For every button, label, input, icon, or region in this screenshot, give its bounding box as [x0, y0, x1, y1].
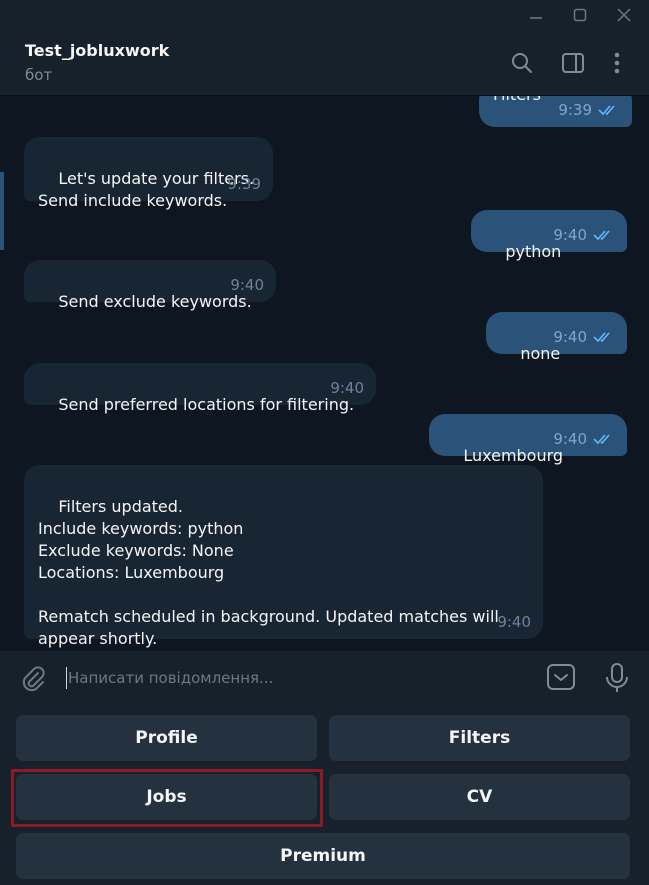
message-time: 9:40: [330, 379, 364, 397]
double-check-icon: [598, 105, 615, 116]
keyboard-button-profile[interactable]: Profile: [16, 715, 317, 761]
message-outgoing[interactable]: Luxembourg 9:40: [429, 414, 627, 465]
message-input[interactable]: [68, 665, 528, 691]
message-text: Send preferred locations for filtering.: [58, 395, 355, 414]
message-incoming[interactable]: Let's update your filters. Send include …: [24, 137, 273, 210]
attach-icon[interactable]: [18, 664, 48, 694]
keyboard-button-filters[interactable]: Filters: [329, 715, 630, 761]
maximize-icon[interactable]: [560, 0, 600, 30]
compose-bar: [0, 651, 649, 706]
reply-keyboard: Profile Filters Jobs CV Premium: [0, 706, 649, 885]
keyboard-button-premium[interactable]: Premium: [16, 833, 630, 879]
message-list[interactable]: Filters 9:39 Let's update your filters. …: [0, 96, 649, 651]
chat-header[interactable]: Test_jobluxwork бот: [0, 30, 649, 96]
chat-subtitle: бот: [25, 66, 53, 84]
message-outgoing[interactable]: none 9:40: [486, 312, 627, 363]
bot-keyboard-icon[interactable]: [546, 663, 578, 693]
message-text: Filters updated. Include keywords: pytho…: [38, 497, 499, 648]
message-time: 9:40: [553, 430, 587, 448]
message-text: Filters: [493, 96, 541, 106]
message-text: Luxembourg: [463, 446, 564, 465]
search-icon[interactable]: [509, 50, 535, 76]
message-incoming[interactable]: Send preferred locations for filtering. …: [24, 363, 376, 414]
message-time: 9:40: [553, 226, 587, 244]
message-incoming[interactable]: Send exclude keywords. 9:40: [24, 260, 276, 311]
message-time: 9:40: [497, 613, 531, 631]
message-text: Send exclude keywords.: [58, 292, 252, 311]
message-text: Let's update your filters. Send include …: [38, 169, 255, 210]
message-incoming[interactable]: Filters updated. Include keywords: pytho…: [24, 465, 543, 648]
double-check-icon: [593, 332, 610, 343]
message-time: 9:40: [553, 328, 587, 346]
close-icon[interactable]: [604, 0, 644, 30]
more-vertical-icon[interactable]: [604, 50, 630, 76]
scroll-indicator: [0, 172, 4, 250]
message-time: 9:40: [230, 276, 264, 294]
microphone-icon[interactable]: [603, 662, 631, 694]
chat-title: Test_jobluxwork: [25, 41, 170, 60]
highlight-outline: [11, 769, 323, 827]
double-check-icon: [593, 434, 610, 445]
window-titlebar: [0, 0, 649, 30]
side-panel-icon[interactable]: [560, 50, 586, 76]
message-time: 9:39: [558, 101, 592, 119]
minimize-icon[interactable]: [516, 0, 556, 30]
double-check-icon: [593, 230, 610, 241]
message-time: 9:39: [227, 175, 261, 193]
text-caret: [66, 667, 67, 689]
message-outgoing[interactable]: Filters 9:39: [479, 96, 632, 127]
message-outgoing[interactable]: python 9:40: [471, 210, 627, 261]
keyboard-button-cv[interactable]: CV: [329, 774, 630, 820]
